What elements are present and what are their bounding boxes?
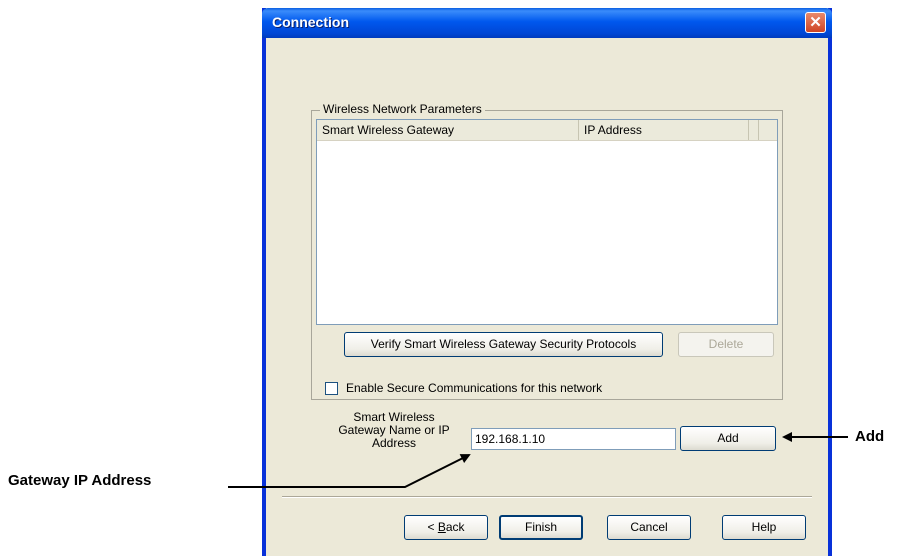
annotation-arrows <box>228 432 848 488</box>
gateway-ip-arrow <box>228 454 471 488</box>
